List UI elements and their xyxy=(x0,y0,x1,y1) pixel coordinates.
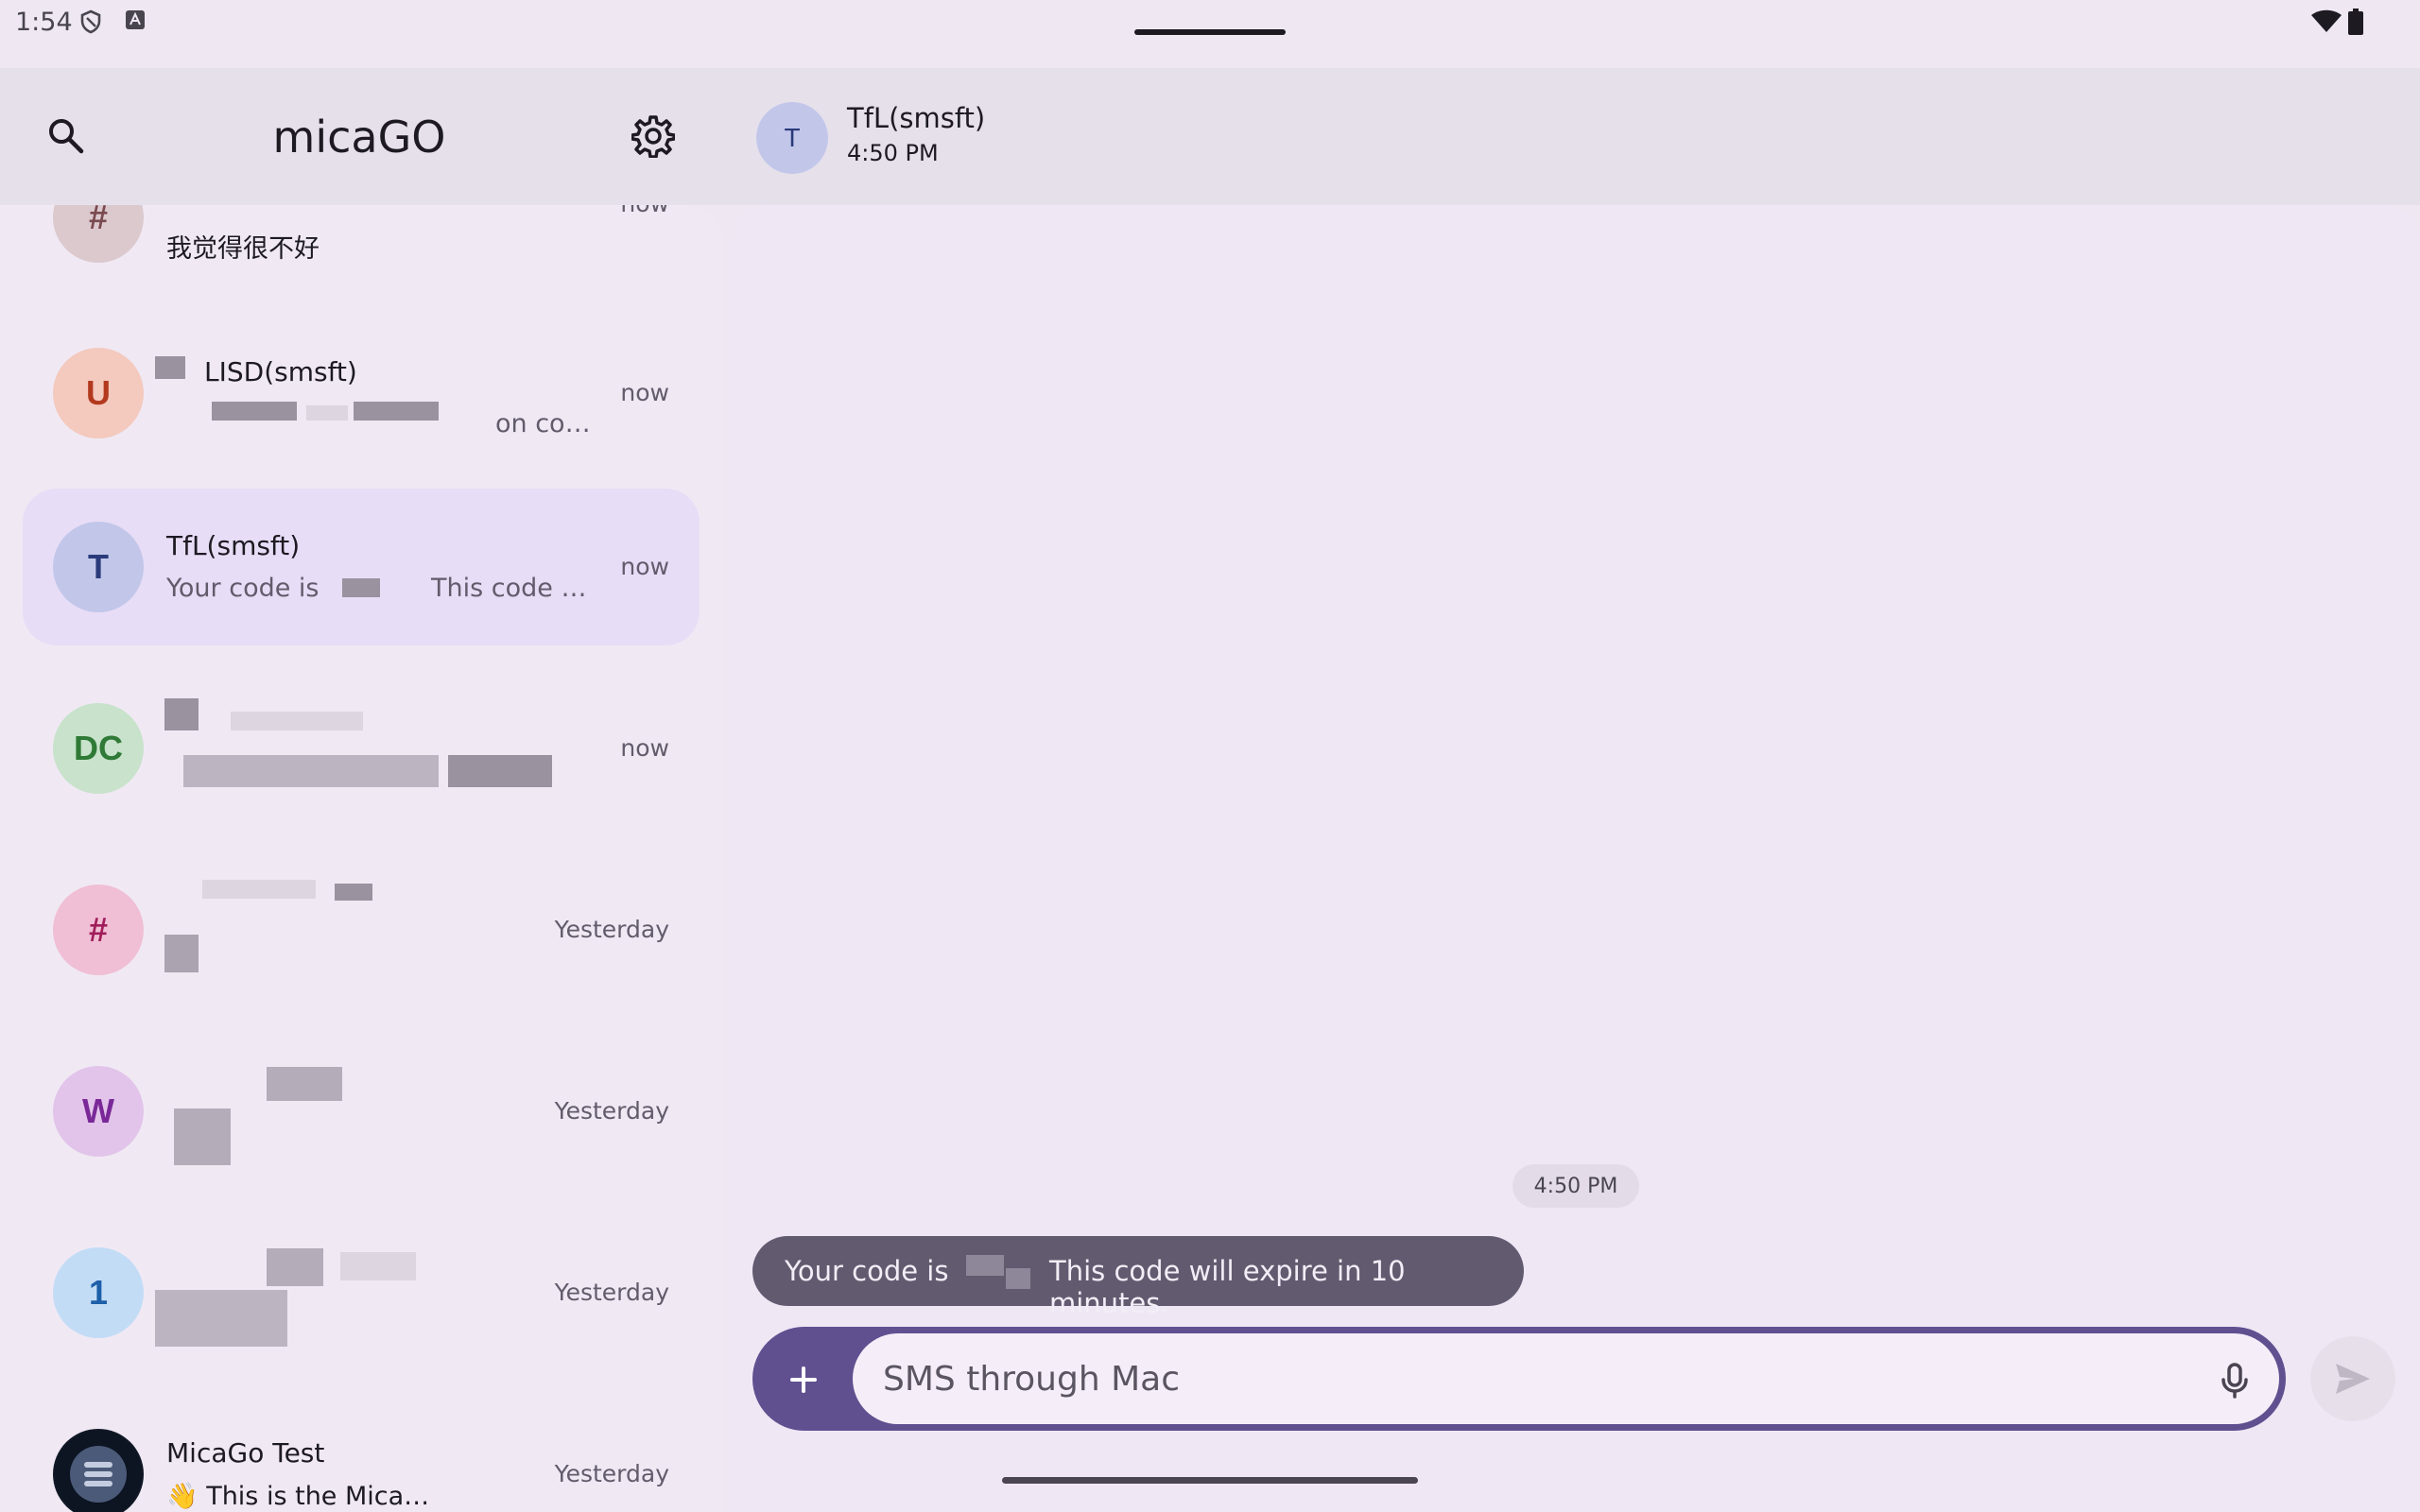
redaction-block xyxy=(354,402,439,421)
redaction-block xyxy=(164,935,199,972)
redaction-block xyxy=(212,402,297,421)
redaction-block xyxy=(174,1108,231,1165)
message-input[interactable] xyxy=(883,1348,2169,1410)
conversation-time: now xyxy=(620,553,669,580)
conversation-preview: 👋 This is the Mica… xyxy=(166,1482,430,1511)
redaction-block xyxy=(267,1248,323,1286)
message-time-chip: 4:50 PM xyxy=(1512,1164,1639,1208)
message-thread[interactable] xyxy=(735,205,2420,1512)
redaction-block xyxy=(183,755,439,787)
conversation-item[interactable]: # Yesterday xyxy=(23,851,700,1008)
avatar: # xyxy=(53,885,144,975)
gear-icon[interactable] xyxy=(631,114,676,159)
avatar xyxy=(53,1429,144,1512)
conversation-item[interactable]: 1 Yesterday xyxy=(23,1214,700,1371)
conversation-time: now xyxy=(620,205,669,217)
redaction-block xyxy=(448,755,552,787)
search-icon[interactable] xyxy=(45,115,87,157)
conversation-item[interactable]: # 我觉得很不好 now xyxy=(23,205,700,296)
conversation-preview: 我觉得很不好 xyxy=(166,234,320,264)
status-bar: 1:54 xyxy=(0,0,2420,68)
redaction-block xyxy=(267,1067,342,1101)
avatar: U xyxy=(53,348,144,438)
conversation-list[interactable]: # 我觉得很不好 now U LISD(smsft) on co… now T … xyxy=(0,205,723,1512)
send-button[interactable] xyxy=(2310,1336,2395,1421)
conversation-name: TfL(smsft) xyxy=(166,530,301,561)
redaction-block xyxy=(155,356,185,379)
avatar: DC xyxy=(53,703,144,794)
conversation-time: now xyxy=(620,734,669,762)
contact-name[interactable]: TfL(smsft) xyxy=(847,102,985,134)
redaction-block xyxy=(342,578,380,597)
micago-logo-icon xyxy=(55,1431,142,1512)
conversation-preview: Your code is xyxy=(166,574,320,603)
camera-notch xyxy=(1134,29,1286,35)
chat-header xyxy=(723,68,2420,205)
contact-time: 4:50 PM xyxy=(847,140,939,166)
redaction-block xyxy=(1006,1268,1030,1289)
redaction-block xyxy=(164,698,199,730)
conversation-item[interactable]: U LISD(smsft) on co… now xyxy=(23,315,700,472)
shield-icon xyxy=(79,9,102,38)
conversation-preview-continued: This code … xyxy=(431,574,587,603)
conversation-name: LISD(smsft) xyxy=(204,356,357,387)
message-text-continued: This code will expire in 10 minutes. xyxy=(1049,1255,1406,1319)
conversation-item[interactable]: W Yesterday xyxy=(23,1033,700,1190)
conversation-time: Yesterday xyxy=(554,1460,669,1487)
conversation-item[interactable]: MicaGo Test 👋 This is the Mica… Yesterda… xyxy=(23,1396,700,1512)
redaction-block xyxy=(231,712,363,730)
redaction-block xyxy=(306,405,348,421)
wifi-icon xyxy=(2310,9,2342,38)
keyboard-a-icon xyxy=(125,9,146,34)
conversation-time: now xyxy=(620,379,669,406)
microphone-icon[interactable] xyxy=(2214,1359,2256,1400)
conversation-time: Yesterday xyxy=(554,916,669,943)
avatar: T xyxy=(53,522,144,612)
app-title: micaGO xyxy=(272,112,446,163)
battery-icon xyxy=(2348,9,2363,39)
message-text: Your code is xyxy=(785,1255,949,1287)
conversation-time: Yesterday xyxy=(554,1097,669,1125)
add-attachment-button[interactable] xyxy=(779,1355,828,1404)
contact-avatar[interactable]: T xyxy=(756,102,828,174)
redaction-block xyxy=(202,880,316,899)
conversation-item-selected[interactable]: T TfL(smsft) Your code is This code … no… xyxy=(23,489,700,645)
message-bubble[interactable]: Your code is This code will expire in 10… xyxy=(752,1236,1524,1319)
conversation-time: Yesterday xyxy=(554,1279,669,1306)
avatar: 1 xyxy=(53,1247,144,1338)
send-icon xyxy=(2336,1364,2370,1394)
redaction-block xyxy=(335,884,372,901)
conversation-name: MicaGo Test xyxy=(166,1437,325,1469)
redaction-block xyxy=(340,1252,416,1280)
status-time: 1:54 xyxy=(15,8,73,37)
plus-icon xyxy=(790,1366,817,1393)
redaction-block xyxy=(966,1255,1004,1276)
avatar: W xyxy=(53,1066,144,1157)
conversation-item[interactable]: DC now xyxy=(23,670,700,827)
avatar: # xyxy=(53,205,144,263)
conversation-preview: on co… xyxy=(495,409,591,438)
gesture-navigation-bar[interactable] xyxy=(1002,1477,1418,1484)
redaction-block xyxy=(155,1290,287,1347)
